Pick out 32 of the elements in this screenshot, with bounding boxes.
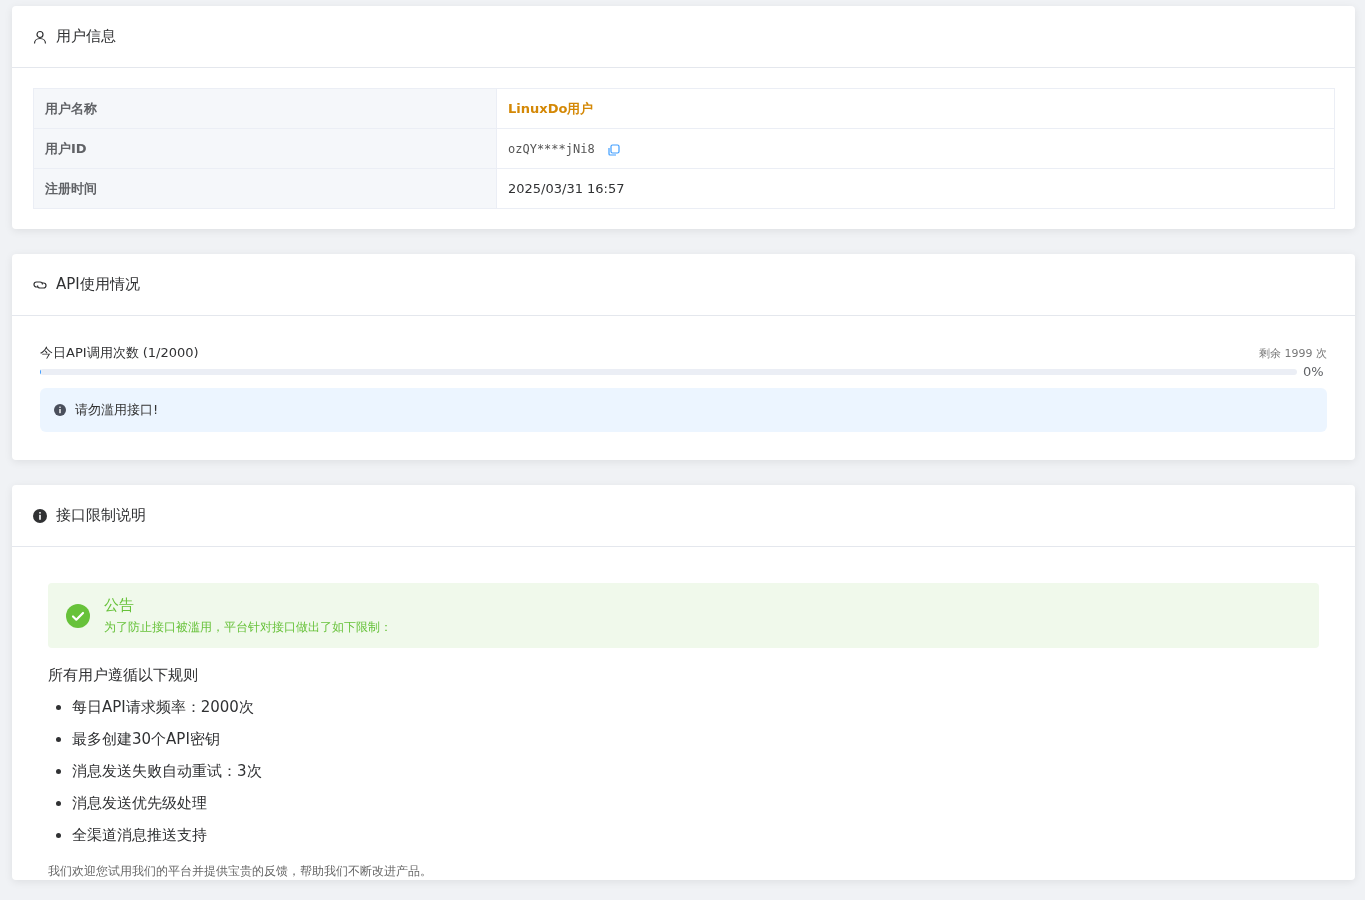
card-title: 接口限制说明	[56, 506, 146, 525]
check-circle-icon	[66, 603, 90, 628]
copy-icon[interactable]	[607, 143, 620, 156]
usage-label: 今日API调用次数 (1/2000)	[40, 344, 199, 362]
info-icon	[33, 508, 47, 523]
rule-item: 消息发送失败自动重试：3次	[72, 761, 262, 782]
table-cell: 2025/03/31 16:57	[496, 168, 1335, 209]
table-cell: 注册时间	[33, 168, 497, 209]
alert-title: 公告	[104, 595, 135, 615]
rule-item: 消息发送优先级处理	[72, 793, 207, 814]
table-cell: 用户名称	[33, 88, 497, 129]
card-title: API使用情况	[56, 275, 140, 294]
rules-intro: 所有用户遵循以下规则	[48, 666, 199, 685]
footer-text: 我们欢迎您试用我们的平台并提供宝贵的反馈，帮助我们不断改进产品。	[48, 863, 433, 880]
bullet-icon	[56, 736, 61, 742]
bullet-icon	[56, 832, 61, 838]
bullet-icon	[56, 768, 61, 774]
table-cell: 用户ID	[33, 128, 497, 169]
user-id-text: ozQY****jNi8	[508, 142, 595, 156]
card-title: 用户信息	[56, 27, 116, 46]
rule-item: 最多创建30个API密钥	[72, 729, 220, 750]
bullet-icon	[56, 800, 61, 806]
remaining-count: 剩余 1999 次	[1259, 345, 1327, 361]
rule-item: 全渠道消息推送支持	[72, 825, 207, 846]
progress-percent: 0%	[1303, 364, 1325, 379]
bullet-icon	[56, 704, 61, 710]
user-icon	[33, 29, 47, 44]
rule-item: 每日API请求频率：2000次	[72, 697, 254, 718]
alert-description: 为了防止接口被滥用，平台针对接口做出了如下限制：	[104, 618, 392, 636]
alert-text: 请勿滥用接口!	[75, 401, 159, 419]
info-icon	[54, 404, 66, 416]
table-cell: LinuxDo用户	[496, 88, 1335, 129]
